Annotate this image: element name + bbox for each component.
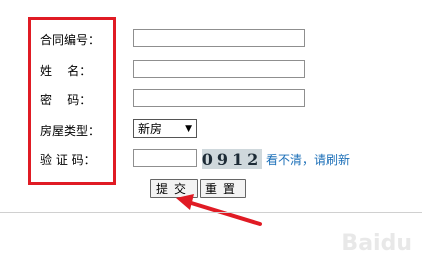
- captcha-image[interactable]: 0912: [202, 149, 262, 169]
- refresh-captcha-link[interactable]: 看不清，请刷新: [266, 151, 350, 168]
- divider: [0, 212, 422, 213]
- dropdown-arrow-icon: ▼: [185, 123, 192, 134]
- name-input[interactable]: [133, 60, 305, 78]
- annotation-arrow-icon: [176, 194, 262, 226]
- captcha-label: 验 证 码：: [40, 153, 96, 167]
- house-type-label: 房屋类型：: [40, 124, 101, 138]
- house-type-selected-value: 新房: [138, 122, 163, 136]
- password-label: 密 码：: [40, 93, 92, 107]
- house-type-select[interactable]: 新房 ▼: [133, 119, 197, 138]
- password-input[interactable]: [133, 89, 305, 107]
- baidu-watermark: Baidu: [341, 231, 412, 256]
- contract-no-label: 合同编号：: [40, 33, 101, 47]
- name-label: 姓 名：: [40, 64, 92, 78]
- captcha-input[interactable]: [133, 149, 197, 167]
- contract-no-input[interactable]: [133, 29, 305, 47]
